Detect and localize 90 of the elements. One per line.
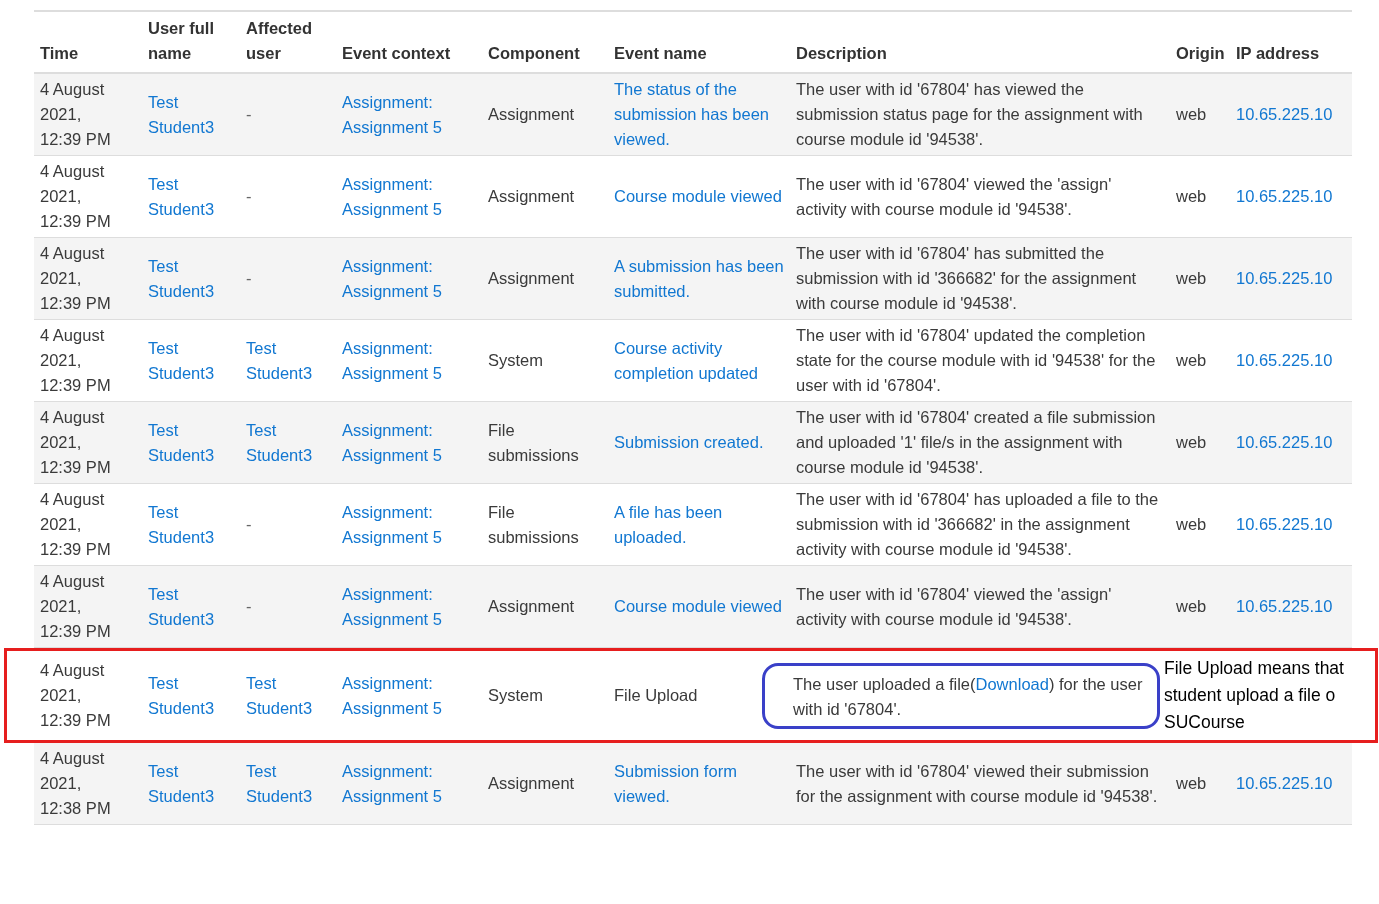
user-link[interactable]: Test Student3 xyxy=(148,253,234,304)
ip-address-link[interactable]: 10.65.225.10 xyxy=(1236,348,1333,373)
column-header: User full name xyxy=(147,18,216,64)
event-context-link[interactable]: Assignment: Assignment 5 xyxy=(342,499,476,550)
ip-address-link[interactable]: 10.65.225.10 xyxy=(1236,512,1333,537)
component-cell-text: Assignment xyxy=(488,773,575,794)
description-cell-text: The user with id '67804' viewed the 'assign' activity with course module id '94538'. xyxy=(796,173,1113,220)
event-name-link[interactable]: Course module viewed xyxy=(614,184,782,209)
affected-user-link[interactable]: Test Student3 xyxy=(246,758,330,809)
ip-address-link[interactable]: 10.65.225.10 xyxy=(1236,266,1333,291)
component-cell-text: Assignment xyxy=(488,104,575,125)
component-cell-text: File submissions xyxy=(488,501,580,548)
user-link[interactable]: Test Student3 xyxy=(148,89,234,140)
time-cell-text: 4 August 2021, 12:39 PM xyxy=(40,325,112,396)
column-header: Event name xyxy=(613,43,708,64)
time-cell-text: 4 August 2021, 12:39 PM xyxy=(40,660,112,731)
column-header: Affected user xyxy=(245,18,313,64)
time-cell-text: 4 August 2021, 12:39 PM xyxy=(40,161,112,232)
event-context-link[interactable]: Assignment: Assignment 5 xyxy=(342,417,476,468)
origin-cell-text: web xyxy=(1176,773,1207,794)
affected-user-link[interactable]: Test Student3 xyxy=(246,335,330,386)
event-name-link[interactable]: Course activity completion updated xyxy=(614,335,784,386)
event-context-link[interactable]: Assignment: Assignment 5 xyxy=(342,253,476,304)
time-cell-text: 4 August 2021, 12:39 PM xyxy=(40,79,112,150)
column-header: Origin xyxy=(1175,43,1226,64)
origin-cell-text: web xyxy=(1176,350,1207,371)
user-link[interactable]: Test Student3 xyxy=(148,581,234,632)
description-cell: The user uploaded a file(Download) for the user with id '67804'. xyxy=(762,662,1160,729)
event-context-link[interactable]: Assignment: Assignment 5 xyxy=(342,335,476,386)
event-name-link[interactable]: Submission form viewed. xyxy=(614,758,784,809)
component-cell-text: Assignment xyxy=(488,268,575,289)
user-link[interactable]: Test Student3 xyxy=(148,670,234,721)
description-cell-text: The user with id '67804' has submitted the submission with id '366682' for the assignment with course module id '94538'. xyxy=(796,243,1138,314)
origin-cell-text: web xyxy=(1176,514,1207,535)
user-link[interactable]: Test Student3 xyxy=(148,335,234,386)
affected-user-cell-text: - xyxy=(246,514,252,535)
ip-address-link[interactable]: 10.65.225.10 xyxy=(1236,594,1333,619)
component-cell-text: Assignment xyxy=(488,186,575,207)
description-cell-text: The user with id '67804' viewed their submission for the assignment with course module id '94538'. xyxy=(796,760,1159,807)
description-cell-text: The user with id '67804' has uploaded a file to the submission with id '366682' in the assignment activity with course module id '94538'. xyxy=(796,489,1160,560)
origin-cell-text: web xyxy=(1176,186,1207,207)
user-link[interactable]: Test Student3 xyxy=(148,417,234,468)
component-cell-text: Assignment xyxy=(488,596,575,617)
column-header: Time xyxy=(39,43,80,64)
affected-user-cell-text: - xyxy=(246,268,252,289)
user-link[interactable]: Test Student3 xyxy=(148,499,234,550)
column-header: Component xyxy=(487,43,581,64)
annotation-note: File Upload means that student upload a file o SUCourse xyxy=(1164,657,1344,734)
event-name-link[interactable]: Submission created. xyxy=(614,430,764,455)
event-context-link[interactable]: Assignment: Assignment 5 xyxy=(342,670,476,721)
ip-address-link[interactable]: 10.65.225.10 xyxy=(1236,184,1333,209)
user-link[interactable]: Test Student3 xyxy=(148,758,234,809)
affected-user-cell-text: - xyxy=(246,104,252,125)
column-header: Description xyxy=(795,43,888,64)
ip-address-link[interactable]: 10.65.225.10 xyxy=(1236,102,1333,127)
time-cell-text: 4 August 2021, 12:38 PM xyxy=(40,748,112,819)
event-context-link[interactable]: Assignment: Assignment 5 xyxy=(342,171,476,222)
event-name-link[interactable]: The status of the submission has been viewed. xyxy=(614,77,784,152)
affected-user-link[interactable]: Test Student3 xyxy=(246,670,330,721)
origin-cell-text: web xyxy=(1176,596,1207,617)
affected-user-link[interactable]: Test Student3 xyxy=(246,417,330,468)
event-name-link[interactable]: A file has been uploaded. xyxy=(614,499,784,550)
event-context-link[interactable]: Assignment: Assignment 5 xyxy=(342,89,476,140)
description-cell-text: The user with id '67804' has viewed the submission status page for the assignment with course module id '94538'. xyxy=(796,79,1144,150)
download-link[interactable]: Download xyxy=(975,674,1049,693)
time-cell-text: 4 August 2021, 12:39 PM xyxy=(40,243,112,314)
time-cell-text: 4 August 2021, 12:39 PM xyxy=(40,407,112,478)
description-cell-text: The user with id '67804' updated the completion state for the course module with id '94538' for the user with id '67804'. xyxy=(796,325,1157,396)
origin-cell-text: web xyxy=(1176,432,1207,453)
event-name-link[interactable]: A submission has been submitted. xyxy=(614,253,784,304)
component-cell-text: System xyxy=(488,350,543,371)
affected-user-cell-text: - xyxy=(246,596,252,617)
affected-user-cell-text: - xyxy=(246,186,252,207)
user-link[interactable]: Test Student3 xyxy=(148,171,234,222)
component-cell-text: File submissions xyxy=(488,419,580,466)
ip-address-link[interactable]: 10.65.225.10 xyxy=(1236,430,1333,455)
origin-cell-text: web xyxy=(1176,104,1207,125)
column-header: Event context xyxy=(341,43,452,64)
description-cell-text: The user with id '67804' created a file submission and uploaded '1' file/s in the assignment with course module id '94538'. xyxy=(796,407,1157,478)
event-context-link[interactable]: Assignment: Assignment 5 xyxy=(342,758,476,809)
event-name-cell-text: File Upload xyxy=(614,685,698,706)
column-header: IP address xyxy=(1235,43,1321,64)
origin-cell-text: web xyxy=(1176,268,1207,289)
event-name-link[interactable]: Course module viewed xyxy=(614,594,782,619)
event-context-link[interactable]: Assignment: Assignment 5 xyxy=(342,581,476,632)
ip-address-link[interactable]: 10.65.225.10 xyxy=(1236,771,1333,796)
component-cell-text: System xyxy=(488,685,543,706)
description-cell-text: The user with id '67804' viewed the 'assign' activity with course module id '94538'. xyxy=(796,583,1113,630)
time-cell-text: 4 August 2021, 12:39 PM xyxy=(40,489,112,560)
time-cell-text: 4 August 2021, 12:39 PM xyxy=(40,571,112,642)
